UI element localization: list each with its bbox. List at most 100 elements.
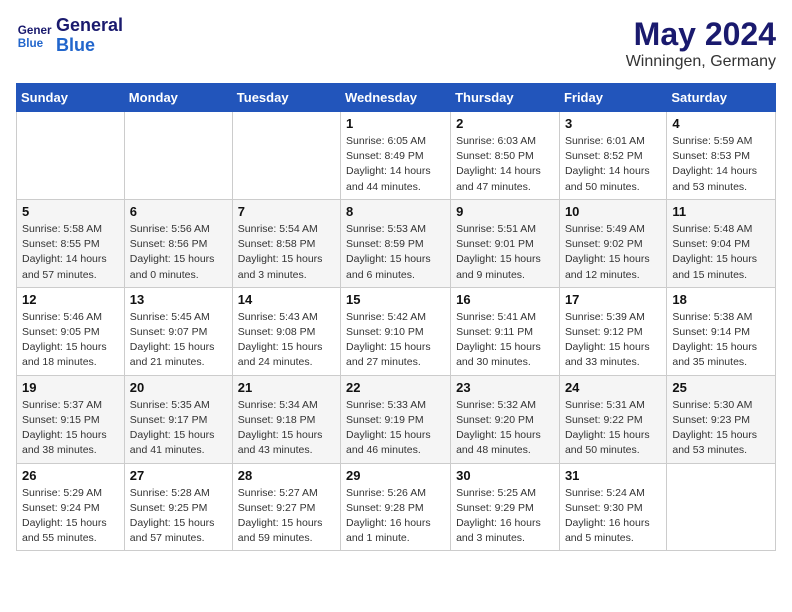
calendar-day-cell: 8 Sunrise: 5:53 AMSunset: 8:59 PMDaylight… — [341, 199, 451, 287]
calendar-day-cell: 10Sunrise: 5:49 AMSunset: 9:02 PMDayligh… — [559, 199, 666, 287]
day-number: 31 — [565, 468, 661, 483]
day-info: Sunrise: 5:34 AMSunset: 9:18 PMDaylight:… — [238, 398, 335, 459]
day-info: Sunrise: 5:24 AMSunset: 9:30 PMDaylight:… — [565, 486, 661, 547]
day-info: Sunrise: 5:25 AMSunset: 9:29 PMDaylight:… — [456, 486, 554, 547]
empty-cell — [124, 112, 232, 200]
day-number: 2 — [456, 116, 554, 131]
calendar-day-cell: 15Sunrise: 5:42 AMSunset: 9:10 PMDayligh… — [341, 287, 451, 375]
day-number: 3 — [565, 116, 661, 131]
weekday-header: Saturday — [667, 84, 776, 112]
day-number: 17 — [565, 292, 661, 307]
day-info: Sunrise: 5:38 AMSunset: 9:14 PMDaylight:… — [672, 310, 770, 371]
day-number: 20 — [130, 380, 227, 395]
calendar-day-cell: 22 Sunrise: 5:33 AMSunset: 9:19 PMDayligh… — [341, 375, 451, 463]
calendar-day-cell: 27 Sunrise: 5:28 AMSunset: 9:25 PMDayligh… — [124, 463, 232, 551]
calendar-day-cell: 16 Sunrise: 5:41 AMSunset: 9:11 PMDayligh… — [451, 287, 560, 375]
page-header: General Blue General Blue May 2024 Winni… — [16, 16, 776, 71]
title-block: May 2024 Winningen, Germany — [626, 16, 776, 71]
day-number: 29 — [346, 468, 445, 483]
weekday-header: Friday — [559, 84, 666, 112]
day-number: 24 — [565, 380, 661, 395]
calendar-day-cell: 26Sunrise: 5:29 AMSunset: 9:24 PMDayligh… — [17, 463, 125, 551]
calendar-day-cell: 18 Sunrise: 5:38 AMSunset: 9:14 PMDayligh… — [667, 287, 776, 375]
day-info: Sunrise: 5:54 AMSunset: 8:58 PMDaylight:… — [238, 222, 335, 283]
day-info: Sunrise: 5:41 AMSunset: 9:11 PMDaylight:… — [456, 310, 554, 371]
logo-line1: General — [56, 16, 123, 36]
day-info: Sunrise: 5:46 AMSunset: 9:05 PMDaylight:… — [22, 310, 119, 371]
day-number: 19 — [22, 380, 119, 395]
day-info: Sunrise: 5:53 AMSunset: 8:59 PMDaylight:… — [346, 222, 445, 283]
logo-icon: General Blue — [16, 18, 52, 54]
calendar-day-cell: 23 Sunrise: 5:32 AMSunset: 9:20 PMDayligh… — [451, 375, 560, 463]
day-info: Sunrise: 5:37 AMSunset: 9:15 PMDaylight:… — [22, 398, 119, 459]
day-number: 9 — [456, 204, 554, 219]
calendar-day-cell: 2Sunrise: 6:03 AMSunset: 8:50 PMDaylight… — [451, 112, 560, 200]
day-number: 14 — [238, 292, 335, 307]
day-info: Sunrise: 5:26 AMSunset: 9:28 PMDaylight:… — [346, 486, 445, 547]
day-info: Sunrise: 5:33 AMSunset: 9:19 PMDaylight:… — [346, 398, 445, 459]
calendar-day-cell: 5Sunrise: 5:58 AMSunset: 8:55 PMDaylight… — [17, 199, 125, 287]
day-number: 13 — [130, 292, 227, 307]
calendar-week-row: 1Sunrise: 6:05 AMSunset: 8:49 PMDaylight… — [17, 112, 776, 200]
calendar-day-cell: 17 Sunrise: 5:39 AMSunset: 9:12 PMDayligh… — [559, 287, 666, 375]
calendar-day-cell: 4Sunrise: 5:59 AMSunset: 8:53 PMDaylight… — [667, 112, 776, 200]
day-number: 16 — [456, 292, 554, 307]
location: Winningen, Germany — [626, 53, 776, 71]
weekday-header: Thursday — [451, 84, 560, 112]
calendar-week-row: 26Sunrise: 5:29 AMSunset: 9:24 PMDayligh… — [17, 463, 776, 551]
day-info: Sunrise: 5:28 AMSunset: 9:25 PMDaylight:… — [130, 486, 227, 547]
calendar-day-cell: 1Sunrise: 6:05 AMSunset: 8:49 PMDaylight… — [341, 112, 451, 200]
day-info: Sunrise: 5:43 AMSunset: 9:08 PMDaylight:… — [238, 310, 335, 371]
day-info: Sunrise: 5:31 AMSunset: 9:22 PMDaylight:… — [565, 398, 661, 459]
day-info: Sunrise: 5:51 AMSunset: 9:01 PMDaylight:… — [456, 222, 554, 283]
day-info: Sunrise: 5:27 AMSunset: 9:27 PMDaylight:… — [238, 486, 335, 547]
calendar-day-cell: 9 Sunrise: 5:51 AMSunset: 9:01 PMDaylight… — [451, 199, 560, 287]
calendar-day-cell: 19 Sunrise: 5:37 AMSunset: 9:15 PMDayligh… — [17, 375, 125, 463]
day-number: 10 — [565, 204, 661, 219]
day-info: Sunrise: 5:32 AMSunset: 9:20 PMDaylight:… — [456, 398, 554, 459]
svg-text:General: General — [18, 24, 52, 37]
day-number: 18 — [672, 292, 770, 307]
day-number: 23 — [456, 380, 554, 395]
day-number: 22 — [346, 380, 445, 395]
day-number: 11 — [672, 204, 770, 219]
day-number: 1 — [346, 116, 445, 131]
calendar-week-row: 19 Sunrise: 5:37 AMSunset: 9:15 PMDayligh… — [17, 375, 776, 463]
calendar-day-cell: 24 Sunrise: 5:31 AMSunset: 9:22 PMDayligh… — [559, 375, 666, 463]
day-info: Sunrise: 5:48 AMSunset: 9:04 PMDaylight:… — [672, 222, 770, 283]
calendar-day-cell: 20 Sunrise: 5:35 AMSunset: 9:17 PMDayligh… — [124, 375, 232, 463]
calendar-day-cell: 31 Sunrise: 5:24 AMSunset: 9:30 PMDayligh… — [559, 463, 666, 551]
day-info: Sunrise: 5:42 AMSunset: 9:10 PMDaylight:… — [346, 310, 445, 371]
calendar-day-cell: 21 Sunrise: 5:34 AMSunset: 9:18 PMDayligh… — [232, 375, 340, 463]
day-info: Sunrise: 5:39 AMSunset: 9:12 PMDaylight:… — [565, 310, 661, 371]
weekday-header-row: SundayMondayTuesdayWednesdayThursdayFrid… — [17, 84, 776, 112]
calendar-day-cell: 13 Sunrise: 5:45 AMSunset: 9:07 PMDayligh… — [124, 287, 232, 375]
day-number: 7 — [238, 204, 335, 219]
day-info: Sunrise: 5:56 AMSunset: 8:56 PMDaylight:… — [130, 222, 227, 283]
weekday-header: Tuesday — [232, 84, 340, 112]
empty-cell — [232, 112, 340, 200]
day-info: Sunrise: 5:30 AMSunset: 9:23 PMDaylight:… — [672, 398, 770, 459]
day-number: 12 — [22, 292, 119, 307]
month-title: May 2024 — [626, 16, 776, 53]
logo: General Blue General Blue — [16, 16, 123, 56]
weekday-header: Sunday — [17, 84, 125, 112]
calendar-day-cell: 28 Sunrise: 5:27 AMSunset: 9:27 PMDayligh… — [232, 463, 340, 551]
day-number: 27 — [130, 468, 227, 483]
calendar-day-cell: 25Sunrise: 5:30 AMSunset: 9:23 PMDayligh… — [667, 375, 776, 463]
day-number: 8 — [346, 204, 445, 219]
weekday-header: Wednesday — [341, 84, 451, 112]
day-number: 21 — [238, 380, 335, 395]
calendar-day-cell: 29 Sunrise: 5:26 AMSunset: 9:28 PMDayligh… — [341, 463, 451, 551]
day-info: Sunrise: 5:35 AMSunset: 9:17 PMDaylight:… — [130, 398, 227, 459]
empty-cell — [667, 463, 776, 551]
day-number: 28 — [238, 468, 335, 483]
day-number: 30 — [456, 468, 554, 483]
calendar-day-cell: 14 Sunrise: 5:43 AMSunset: 9:08 PMDayligh… — [232, 287, 340, 375]
calendar-day-cell: 11 Sunrise: 5:48 AMSunset: 9:04 PMDayligh… — [667, 199, 776, 287]
day-info: Sunrise: 5:45 AMSunset: 9:07 PMDaylight:… — [130, 310, 227, 371]
day-number: 6 — [130, 204, 227, 219]
calendar-week-row: 12 Sunrise: 5:46 AMSunset: 9:05 PMDayligh… — [17, 287, 776, 375]
calendar-week-row: 5Sunrise: 5:58 AMSunset: 8:55 PMDaylight… — [17, 199, 776, 287]
day-info: Sunrise: 5:29 AMSunset: 9:24 PMDaylight:… — [22, 486, 119, 547]
